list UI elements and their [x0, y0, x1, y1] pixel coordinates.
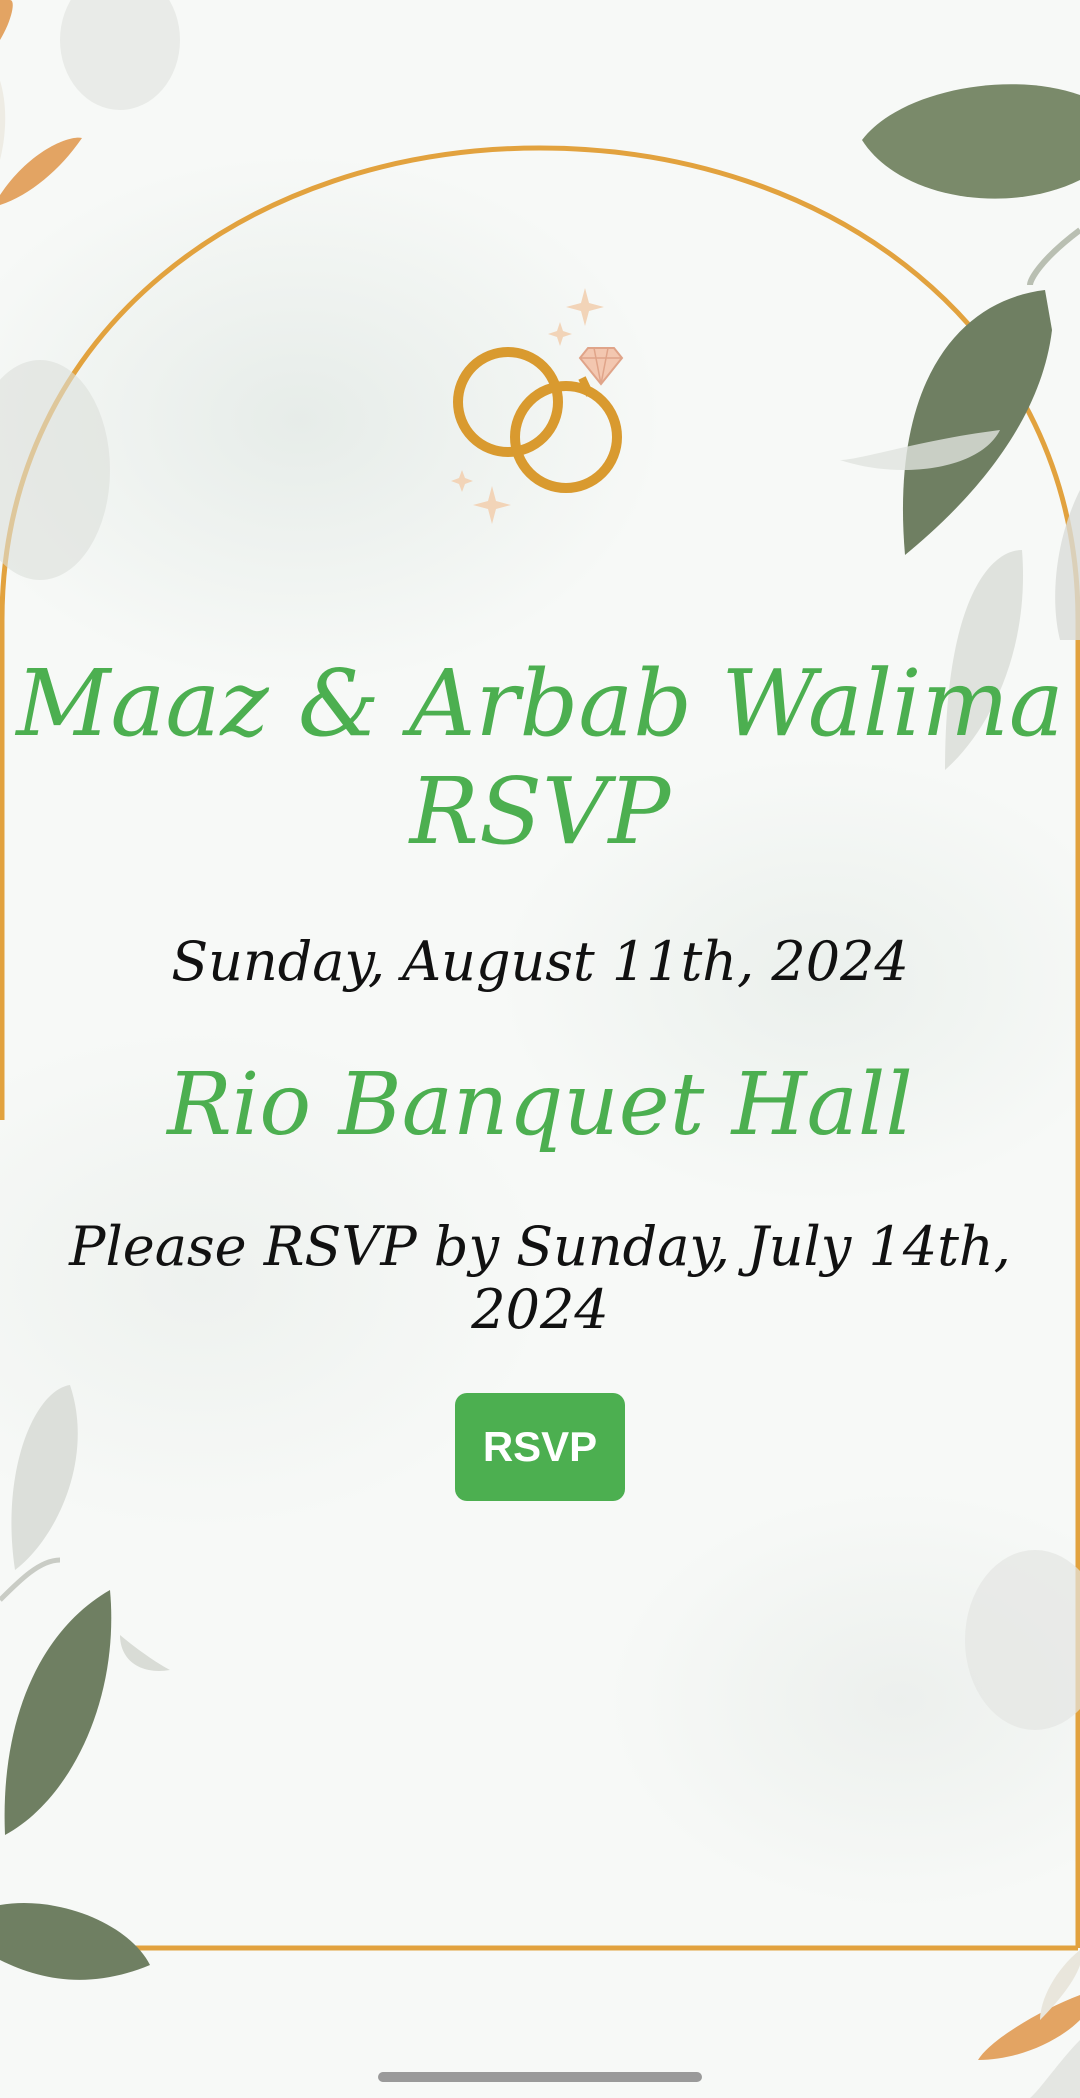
wedding-rings-icon — [451, 288, 624, 524]
event-venue: Rio Banquet Hall — [167, 1055, 913, 1155]
page-title: Maaz & Arbab Walima RSVP — [16, 650, 1064, 865]
rsvp-button[interactable]: RSVP — [455, 1393, 625, 1501]
event-date: Sunday, August 11th, 2024 — [171, 930, 909, 993]
home-indicator[interactable] — [378, 2072, 702, 2082]
invitation-screen: Maaz & Arbab Walima RSVP Sunday, August … — [0, 0, 1080, 2098]
rsvp-deadline: Please RSVP by Sunday, July 14th, 2024 — [69, 1215, 1011, 1341]
